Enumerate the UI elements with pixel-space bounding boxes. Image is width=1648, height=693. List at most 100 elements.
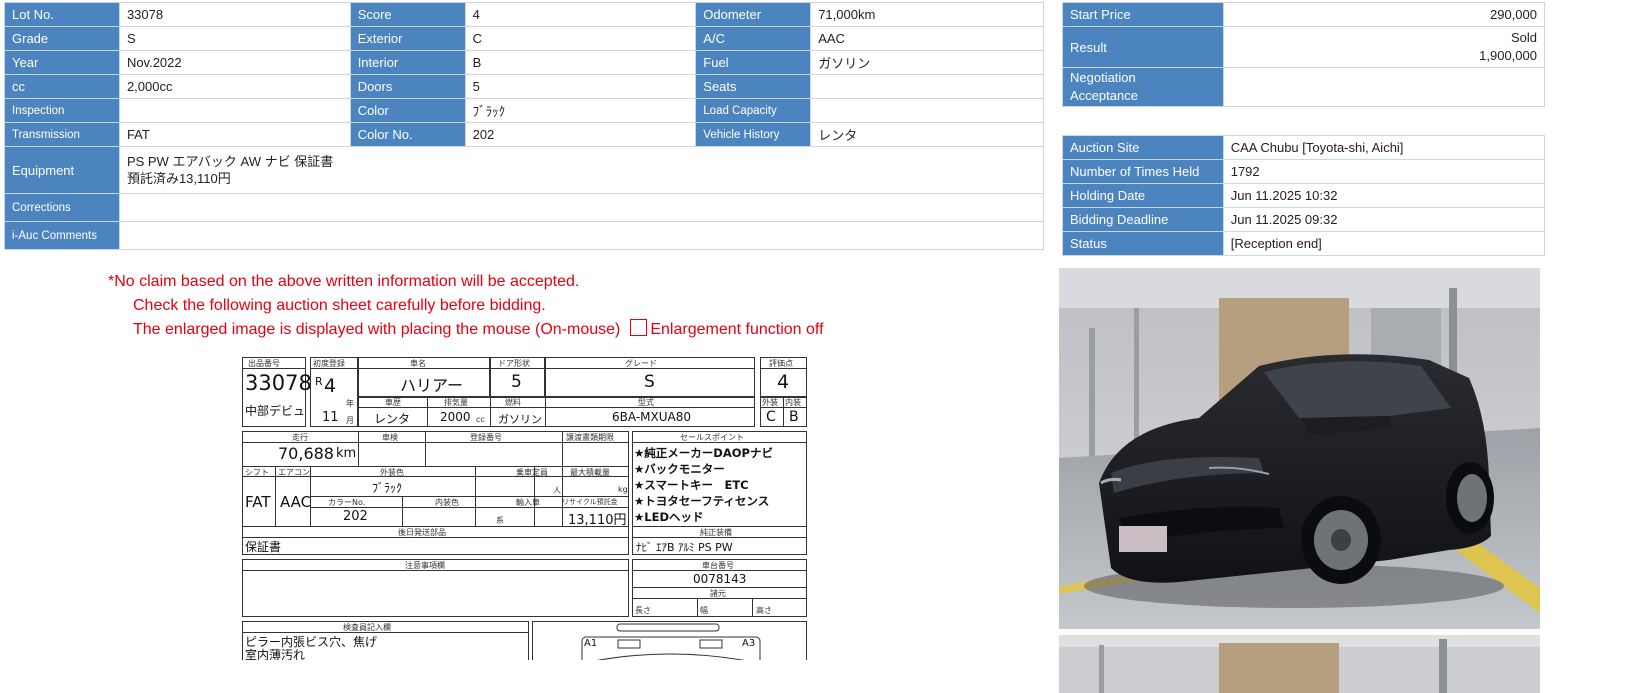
result-value: Sold 1,900,000: [1222, 26, 1546, 68]
sheet-h-score: 評価点: [769, 359, 793, 368]
bidding-deadline-value: Jun 11.2025 09:32: [1222, 207, 1546, 232]
vehicle-photo-second[interactable]: [1059, 635, 1540, 693]
sheet-model: 6BA-MXUA80: [612, 410, 691, 424]
sheet-h-dims: 諸元: [710, 589, 726, 598]
sheet-name: ハリアー: [400, 376, 464, 395]
sheet-point-5: ★LEDヘッド: [634, 510, 704, 524]
inspection-label: Inspection: [4, 98, 120, 123]
odometer-label: Odometer: [695, 2, 812, 27]
interior-label: Interior: [349, 50, 466, 75]
sheet-h-name: 車名: [410, 359, 426, 368]
sheet-shift: FAT: [245, 493, 271, 511]
notice-line-3-text: The enlarged image is displayed with pla…: [133, 321, 621, 338]
sheet-era: R: [315, 375, 323, 388]
car-photo-illustration-2: [1059, 635, 1540, 693]
notice-line-1: *No claim based on the above written inf…: [108, 273, 580, 290]
sheet-kg: kg: [618, 485, 628, 494]
sheet-chassis: 0078143: [693, 572, 747, 586]
vehicle-photo-main[interactable]: [1059, 268, 1540, 629]
sheet-row1b: [358, 397, 755, 427]
sheet-point-1: ★純正メーカーDAOPナビ: [634, 446, 773, 460]
odometer-value: 71,000km: [810, 2, 1044, 27]
color-value: ﾌﾞﾗｯｸ: [464, 98, 697, 123]
vehicle-history-value: レンタ: [810, 122, 1044, 147]
sheet-h-color: 外装色: [380, 468, 404, 477]
sheet-h-ac: エアコン: [278, 468, 310, 477]
exterior-label: Exterior: [349, 26, 466, 51]
sheet-h-model: 型式: [638, 398, 654, 407]
sheet-later: 保証書: [245, 540, 282, 554]
result-status: Sold: [1510, 30, 1537, 45]
sheet-h-chassis: 車台番号: [702, 561, 734, 570]
sheet-point-3: ★スマートキー ETC: [634, 478, 749, 492]
sheet-mileage: 70,688: [278, 444, 334, 463]
sheet-h-door: ドア形状: [498, 359, 530, 368]
sheet-h-inspector: 検査員記入欄: [343, 623, 391, 632]
sheet-h-reg-no: 登録番号: [470, 433, 502, 442]
sheet-tsuki: 月: [346, 416, 354, 425]
transmission-value: FAT: [118, 122, 351, 147]
equipment-line-2: 預託済み13,110円: [126, 171, 231, 186]
sheet-h-equip: 純正装備: [700, 528, 732, 537]
price-table: Start Price 290,000 Result Sold 1,900,00…: [1062, 2, 1546, 107]
fuel-value: ガソリン: [810, 50, 1044, 75]
iauc-comments-value: [118, 221, 1045, 250]
sheet-h-grade: グレード: [625, 359, 657, 368]
color-no-label: Color No.: [349, 122, 466, 147]
sheet-color-no: 202: [343, 509, 368, 524]
sheet-h-color-no: カラーNo.: [328, 498, 366, 507]
sheet-h-cap: 乗車定員: [516, 468, 548, 477]
lot-no-label: Lot No.: [4, 2, 120, 27]
year-label: Year: [4, 50, 120, 75]
sheet-h-first-reg: 初度登録: [313, 359, 345, 368]
load-capacity-label: Load Capacity: [695, 98, 812, 123]
auction-site-value: CAA Chubu [Toyota-shi, Aichi]: [1222, 135, 1546, 160]
sheet-era-year: 4: [324, 375, 337, 397]
sheet-wid: 幅: [700, 606, 708, 615]
sheet-h-int-color: 内装色: [435, 498, 459, 507]
inspection-value: [118, 98, 351, 123]
notice-line-2: Check the following auction sheet carefu…: [133, 297, 546, 314]
sheet-disp: 2000: [440, 410, 471, 424]
color-label: Color: [349, 98, 466, 123]
sheet-km: km: [336, 446, 357, 461]
sheet-point-4: ★トヨタセーフティセンス: [634, 494, 770, 508]
grade-value: S: [118, 26, 351, 51]
sheet-color: ﾌﾞﾗｯｸ: [372, 481, 403, 495]
load-capacity-value: [810, 98, 1044, 123]
sheet-h-shaken: 車検: [382, 433, 398, 442]
cc-value: 2,000cc: [118, 74, 351, 99]
enlargement-off-checkbox[interactable]: [630, 319, 648, 336]
auction-sheet-image[interactable]: 出品番号 33078 中部デビュ 初度登録 R 4 年 11 月 車名 ハリアー…: [240, 355, 810, 660]
transmission-label: Transmission: [4, 122, 120, 147]
negotiation-label-line-2: Acceptance: [1070, 88, 1138, 103]
holding-date-label: Holding Date: [1062, 183, 1224, 208]
sheet-h-import: 輸入車: [516, 498, 540, 507]
color-no-value: 202: [464, 122, 697, 147]
sheet-grade: S: [644, 372, 655, 392]
status-value: [Reception end]: [1222, 231, 1546, 256]
negotiation-value: [1222, 67, 1546, 107]
vehicle-spec-table: Lot No. 33078 Score 4 Odometer 71,000km …: [4, 2, 1045, 250]
enlargement-off-label[interactable]: Enlargement function off: [650, 321, 823, 338]
sheet-h-transfer: 譲渡書類期限: [566, 433, 614, 442]
iauc-comments-label: i-Auc Comments: [4, 221, 120, 250]
score-label: Score: [349, 2, 466, 27]
sheet-h-lot: 出品番号: [248, 359, 280, 368]
sheet-h-shift: シフト: [245, 468, 269, 477]
ac-label: A/C: [695, 26, 812, 51]
doors-value: 5: [464, 74, 697, 99]
sheet-h-ext: 外装: [762, 398, 778, 407]
holding-date-value: Jun 11.2025 10:32: [1222, 183, 1546, 208]
disclaimer-notice: *No claim based on the above written inf…: [108, 270, 824, 342]
year-value: Nov.2022: [118, 50, 351, 75]
sheet-kei: 系: [496, 516, 504, 525]
seats-value: [810, 74, 1044, 99]
start-price-label: Start Price: [1062, 2, 1224, 27]
sheet-lot: 33078: [245, 371, 312, 395]
equipment-value: PS PW エアバック AW ナビ 保証書 預託済み13,110円: [118, 146, 1045, 194]
sheet-door: 5: [511, 372, 522, 392]
sheet-fuel: ガソリン: [498, 413, 542, 426]
auction-table: Auction Site CAA Chubu [Toyota-shi, Aich…: [1062, 135, 1546, 256]
sheet-h-disp: 排気量: [444, 398, 468, 407]
